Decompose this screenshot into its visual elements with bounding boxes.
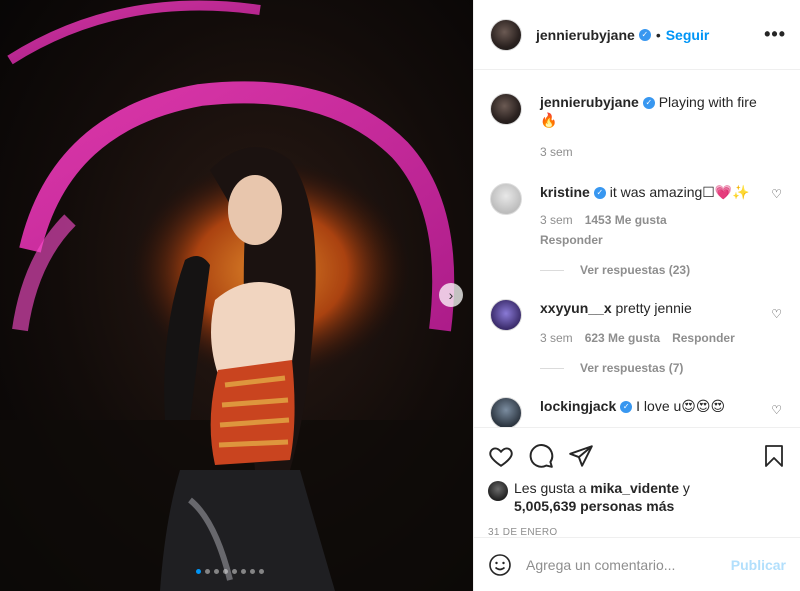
- caption-time[interactable]: 3 sem: [540, 143, 573, 161]
- add-comment-bar: Publicar: [474, 537, 800, 591]
- commenter-avatar[interactable]: [490, 183, 522, 215]
- comment-likes[interactable]: 623 Me gusta: [585, 329, 660, 347]
- share-paper-plane-icon[interactable]: [568, 443, 594, 469]
- commenter-avatar[interactable]: [490, 299, 522, 331]
- like-heart-icon[interactable]: [488, 443, 514, 469]
- liker-username[interactable]: mika_vidente: [590, 480, 679, 496]
- view-replies-button[interactable]: Ver respuestas (7): [540, 361, 784, 375]
- caption-meta: 3 sem: [540, 143, 764, 161]
- caption-username[interactable]: jennierubyjane: [540, 94, 639, 110]
- carousel-dot: [250, 569, 255, 574]
- likes-connector: y: [679, 480, 690, 496]
- post-photo[interactable]: ›: [0, 0, 473, 591]
- likes-prefix: Les gusta a: [514, 480, 591, 496]
- comment-time[interactable]: 3 sem: [540, 329, 573, 347]
- carousel-dot: [241, 569, 246, 574]
- bookmark-icon[interactable]: [762, 443, 786, 469]
- likes-count[interactable]: 5,005,639 personas más: [514, 498, 674, 514]
- reply-button[interactable]: Responder: [540, 231, 603, 249]
- verified-badge-icon: ✓: [638, 28, 651, 41]
- comment-meta: 3 sem 623 Me gusta Responder: [540, 329, 764, 347]
- comments-list[interactable]: jennierubyjane ✓ Playing with fire 🔥 3 se…: [474, 71, 800, 427]
- comment-body: kristine ✓ it was amazing☐💗✨ 3 sem 1453 M…: [540, 183, 784, 249]
- carousel-dot: [232, 569, 237, 574]
- carousel-dot: [259, 569, 264, 574]
- caption-avatar[interactable]: [490, 93, 522, 125]
- post-panel: jennierubyjane ✓ • Seguir ••• jennieruby…: [473, 0, 800, 591]
- comment-like-icon[interactable]: ♡: [771, 307, 782, 321]
- follow-button[interactable]: Seguir: [666, 27, 710, 43]
- verified-badge-icon: ✓: [593, 187, 606, 200]
- comment-text: I love u😍😍😍: [636, 398, 726, 414]
- post-actions: Les gusta a mika_vidente y 5,005,639 per…: [474, 427, 800, 538]
- carousel-dot: [214, 569, 219, 574]
- author-avatar[interactable]: [490, 18, 522, 51]
- comment-text: it was amazing☐💗✨: [609, 184, 750, 200]
- caption-body: jennierubyjane ✓ Playing with fire 🔥 3 se…: [540, 93, 784, 161]
- publish-button[interactable]: Publicar: [731, 557, 786, 573]
- comment-like-icon[interactable]: ♡: [771, 403, 782, 417]
- separator-dot: •: [655, 26, 661, 43]
- comment-username[interactable]: kristine: [540, 184, 590, 200]
- carousel-next-button[interactable]: ›: [439, 283, 463, 307]
- comment-body: lockingjack ✓ I love u😍😍😍: [540, 397, 784, 427]
- liker-avatar[interactable]: [488, 481, 508, 501]
- emoji-smiley-icon[interactable]: [488, 553, 512, 577]
- comment-item: kristine ✓ it was amazing☐💗✨ 3 sem 1453 M…: [490, 183, 784, 249]
- caption: jennierubyjane ✓ Playing with fire 🔥 3 se…: [490, 93, 784, 161]
- likes-summary: Les gusta a mika_vidente y 5,005,639 per…: [488, 479, 786, 515]
- more-options-icon[interactable]: •••: [764, 24, 786, 45]
- comment-input[interactable]: [524, 555, 731, 574]
- comment-item: lockingjack ✓ I love u😍😍😍 ♡: [490, 397, 784, 427]
- view-replies-button[interactable]: Ver respuestas (23): [540, 263, 784, 277]
- divider: [540, 269, 564, 271]
- comment-username[interactable]: xxyyun__x: [540, 300, 612, 316]
- verified-badge-icon: ✓: [620, 401, 633, 414]
- caption-text: Playing with fire: [658, 94, 757, 110]
- carousel-dot: [196, 569, 201, 574]
- author-username[interactable]: jennierubyjane: [536, 27, 635, 43]
- divider: [540, 367, 564, 369]
- carousel-dot: [223, 569, 228, 574]
- post-header: jennierubyjane ✓ • Seguir •••: [474, 0, 800, 70]
- carousel-indicator: [196, 569, 264, 574]
- comment-item: xxyyun__x pretty jennie 3 sem 623 Me gus…: [490, 299, 784, 347]
- comment-text: pretty jennie: [615, 300, 692, 316]
- commenter-avatar[interactable]: [490, 397, 522, 427]
- comment-meta: 3 sem 1453 Me gusta: [540, 211, 764, 229]
- reply-button[interactable]: Responder: [672, 329, 735, 347]
- comment-time[interactable]: 3 sem: [540, 211, 573, 229]
- comment-actions: Responder: [540, 231, 764, 249]
- carousel-dot: [205, 569, 210, 574]
- comment-bubble-icon[interactable]: [528, 443, 554, 469]
- view-replies-label: Ver respuestas (7): [580, 361, 684, 375]
- comment-username[interactable]: lockingjack: [540, 398, 616, 414]
- view-replies-label: Ver respuestas (23): [580, 263, 691, 277]
- fire-emoji: 🔥: [540, 112, 558, 128]
- likes-text: Les gusta a mika_vidente y 5,005,639 per…: [514, 479, 690, 515]
- action-icons: [488, 436, 786, 476]
- instagram-post: › jennierubyjane ✓ • Seguir ••• jennieru…: [0, 0, 800, 591]
- comment-body: xxyyun__x pretty jennie 3 sem 623 Me gus…: [540, 299, 784, 347]
- comment-like-icon[interactable]: ♡: [771, 187, 782, 201]
- photo-illustration: [0, 0, 473, 591]
- comment-likes[interactable]: 1453 Me gusta: [585, 211, 667, 229]
- verified-badge-icon: ✓: [642, 97, 655, 110]
